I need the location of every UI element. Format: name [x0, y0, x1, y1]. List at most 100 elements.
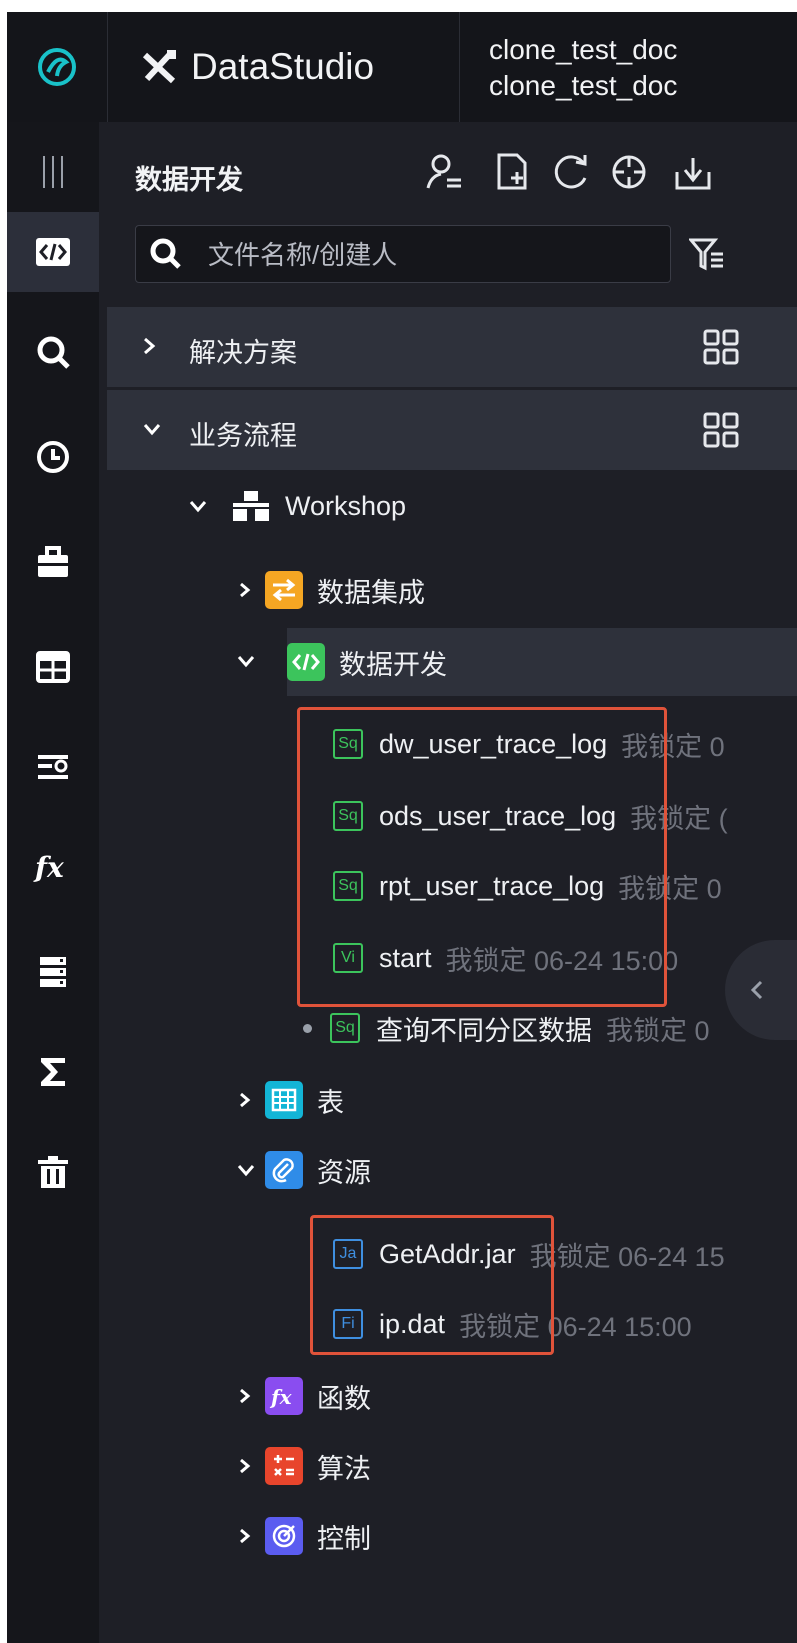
briefcase-icon — [38, 546, 68, 577]
nav-functions[interactable]: fx — [7, 827, 99, 907]
nav-operations-history[interactable] — [7, 417, 99, 497]
workflow-workshop[interactable]: Workshop — [187, 472, 406, 540]
import-icon — [675, 158, 711, 190]
code-icon — [287, 643, 325, 681]
project-selector[interactable]: clone_test_doc clone_test_doc — [489, 32, 677, 104]
nav-table-management[interactable] — [7, 627, 99, 707]
collapse-bars-icon — [43, 156, 63, 188]
app-frame: DataStudio clone_test_doc clone_test_doc — [7, 12, 797, 1643]
new-file-icon — [497, 153, 527, 190]
section-label: 业务流程 — [189, 421, 297, 451]
group-data-integration[interactable]: 数据集成 — [235, 556, 425, 624]
project-name-secondary: clone_test_doc — [489, 70, 678, 101]
app-name: DataStudio — [191, 46, 375, 87]
panel-title: 数据开发 — [135, 165, 243, 195]
nav-recycle-bin[interactable] — [7, 1132, 99, 1212]
code-icon — [36, 238, 70, 266]
node-name: 查询不同分区数据 — [376, 1015, 592, 1046]
group-label: 表 — [317, 1087, 344, 1118]
clock-icon — [37, 441, 69, 473]
user-filter-icon — [426, 154, 461, 189]
chevron-down-icon[interactable] — [235, 650, 257, 677]
filter-icon — [689, 238, 723, 271]
calculator-icon — [265, 1447, 303, 1485]
grid-view-icon[interactable] — [703, 329, 739, 370]
filter-button[interactable] — [685, 230, 729, 278]
chevron-right-icon — [235, 579, 265, 601]
attachment-icon — [265, 1151, 303, 1189]
nav-data-development[interactable] — [7, 212, 99, 292]
crosshair-icon — [612, 155, 646, 189]
search-icon — [148, 236, 184, 277]
integration-icon — [265, 571, 303, 609]
search-box — [135, 225, 671, 283]
group-label: 控制 — [317, 1523, 371, 1554]
list-settings-icon — [38, 755, 68, 779]
workflow-name: Workshop — [285, 490, 407, 521]
nav-search[interactable] — [7, 312, 99, 392]
chevron-right-icon — [139, 333, 159, 364]
refresh-button[interactable] — [549, 148, 593, 196]
group-algorithm[interactable]: 算法 — [235, 1432, 371, 1500]
highlight-box-resources — [310, 1215, 554, 1355]
data-development-panel: 数据开发 文件名称/创建人 解决方案 业务流程 Workshop 数据集成 数据… — [107, 122, 797, 1643]
chevron-right-icon — [235, 1455, 265, 1477]
search-icon — [37, 336, 70, 369]
collapse-panel-handle[interactable] — [725, 940, 797, 1040]
new-person-button[interactable] — [423, 148, 467, 196]
chevron-right-icon — [235, 1385, 265, 1407]
tools-icon — [139, 47, 181, 87]
group-label: 数据开发 — [339, 649, 447, 680]
refresh-icon — [554, 155, 587, 189]
dataworks-logo-icon — [38, 48, 76, 86]
group-table[interactable]: 表 — [235, 1066, 344, 1134]
nav-aggregate[interactable] — [7, 1032, 99, 1112]
nav-workflow-params[interactable] — [7, 727, 99, 807]
svg-text:fx: fx — [269, 1385, 293, 1409]
search-input[interactable] — [206, 234, 660, 276]
node-lock-status: 我锁定 0 — [606, 1015, 710, 1046]
highlight-box-nodes — [297, 707, 667, 1007]
import-button[interactable] — [671, 148, 715, 196]
fx-icon: fx — [265, 1377, 303, 1415]
locate-button[interactable] — [607, 148, 651, 196]
section-label: 解决方案 — [189, 338, 297, 368]
chevron-right-icon — [235, 1089, 265, 1111]
grid-view-icon[interactable] — [703, 412, 739, 453]
target-icon — [265, 1517, 303, 1555]
resource-lock-status: 我锁定 06-24 15 — [529, 1241, 725, 1272]
table-icon — [265, 1081, 303, 1119]
group-label: 数据集成 — [317, 577, 425, 608]
menu-toggle[interactable] — [7, 132, 99, 212]
status-dot — [303, 1023, 312, 1033]
product-logo[interactable] — [7, 12, 108, 122]
group-label: 算法 — [317, 1453, 371, 1484]
group-label: 资源 — [317, 1157, 371, 1188]
left-nav-bar: fx — [7, 122, 99, 1643]
sigma-icon — [41, 1058, 65, 1086]
group-function[interactable]: fx 函数 — [235, 1362, 371, 1430]
chevron-left-icon — [750, 980, 763, 1000]
app-switcher[interactable]: DataStudio — [107, 12, 460, 122]
top-bar: DataStudio clone_test_doc clone_test_doc — [7, 12, 797, 122]
group-label: 函数 — [317, 1383, 371, 1414]
chevron-down-icon — [187, 495, 217, 517]
section-solutions[interactable]: 解决方案 — [107, 307, 797, 387]
group-resource[interactable]: 资源 — [235, 1136, 371, 1204]
fx-icon: fx — [33, 851, 64, 884]
group-control[interactable]: 控制 — [235, 1502, 371, 1570]
sql-node-icon: Sq — [330, 1013, 360, 1043]
section-business-flow[interactable]: 业务流程 — [107, 390, 797, 470]
table-icon — [36, 651, 70, 683]
trash-icon — [38, 1156, 68, 1188]
project-name: clone_test_doc — [489, 34, 678, 65]
chevron-down-icon — [235, 1159, 265, 1181]
group-data-development[interactable]: 数据开发 — [287, 628, 797, 696]
nav-component-management[interactable] — [7, 522, 99, 602]
new-file-button[interactable] — [491, 148, 535, 196]
svg-text:fx: fx — [33, 851, 64, 884]
chevron-down-icon — [139, 416, 165, 447]
chevron-right-icon — [235, 1525, 265, 1547]
server-icon — [40, 957, 66, 987]
nav-data-sources[interactable] — [7, 932, 99, 1012]
